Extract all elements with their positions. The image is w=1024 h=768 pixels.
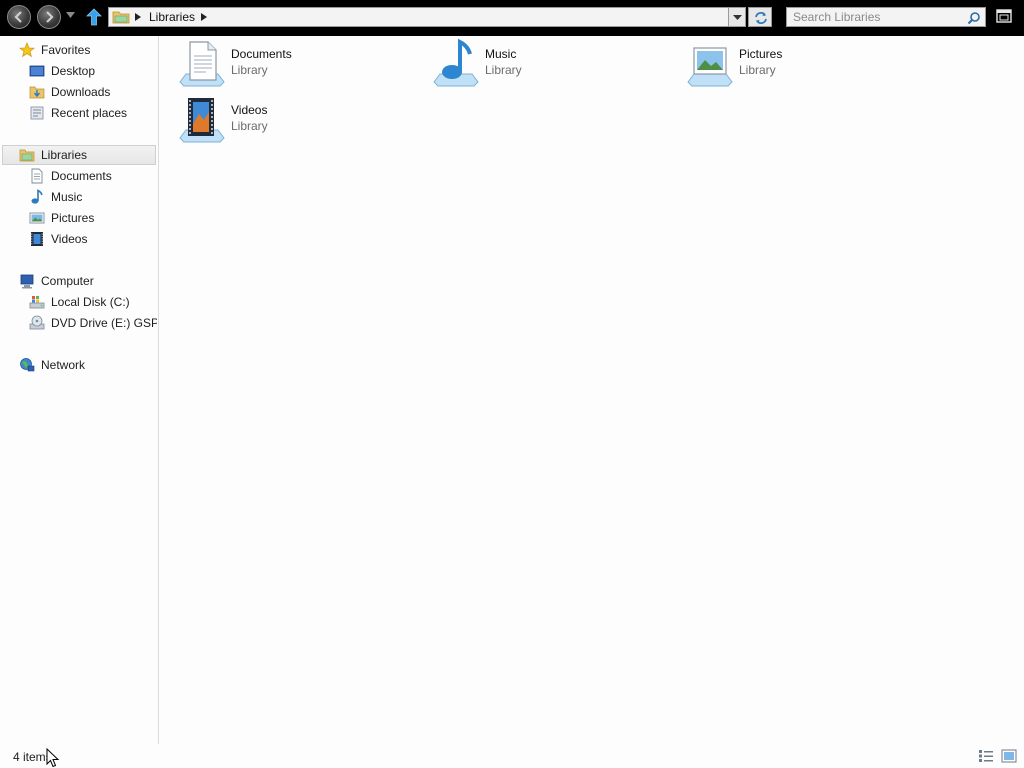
back-button[interactable] [7,5,31,29]
hard-drive-icon [29,296,45,309]
search-input[interactable] [787,8,969,26]
forward-button[interactable] [37,5,61,29]
dvd-drive-icon [29,315,45,330]
up-arrow-icon[interactable] [86,8,102,26]
refresh-button[interactable] [748,7,772,27]
nav-item-label: Pictures [51,211,95,225]
nav-item-label: Local Disk (C:) [51,295,130,309]
nav-favorites-label: Favorites [41,43,91,57]
nav-item-label: Desktop [51,64,96,78]
nav-item-dvd-drive[interactable]: DVD Drive (E:) GSP1F [29,313,157,333]
chevron-down-icon [733,15,742,20]
details-view-icon[interactable] [978,749,994,763]
library-tile-type: Library [739,63,776,77]
computer-icon [20,274,34,289]
library-tile-name: Pictures [739,47,783,61]
nav-libraries-label: Libraries [41,148,88,162]
refresh-icon [755,12,767,24]
library-tile-documents[interactable]: Documents Library [160,36,400,88]
pictures-library-icon [687,47,733,87]
network-icon [20,358,35,372]
libraries-icon [19,149,35,162]
music-icon [31,189,43,204]
music-library-icon [433,38,479,87]
library-tile-type: Library [485,63,522,77]
library-tile-name: Music [485,47,517,61]
search-icon[interactable] [967,11,981,25]
breadcrumb-libraries[interactable]: Libraries [149,10,195,24]
library-tile-name: Videos [231,103,268,117]
library-tile-name: Documents [231,47,292,61]
library-content-area: Documents Library Music Library Pictures… [160,36,1024,744]
libraries-folder-icon [112,11,130,24]
large-icons-view-icon[interactable] [1001,749,1017,763]
nav-item-label: Music [51,190,83,204]
title-toolbar: Libraries [0,0,1024,36]
address-history-button[interactable] [728,7,746,27]
search-box[interactable] [786,7,986,27]
library-tile-music[interactable]: Music Library [414,36,654,88]
desktop-icon [29,65,45,77]
star-icon [19,42,35,58]
library-tile-type: Library [231,119,268,133]
status-bar: 4 items [0,744,1024,768]
window-restore-icon[interactable] [996,9,1012,23]
nav-item-label: Documents [51,169,112,183]
breadcrumb-separator-icon[interactable] [135,13,141,21]
breadcrumb-chevron-icon[interactable] [201,13,207,21]
nav-item-label: Recent places [51,106,128,120]
downloads-folder-icon [29,86,45,99]
library-tile-videos[interactable]: Videos Library [160,92,400,144]
nav-item-label: Downloads [51,85,111,99]
navigation-pane: Favorites Desktop Downloads Recent place… [0,36,159,744]
pictures-icon [29,212,45,224]
nav-item-label: Videos [51,232,88,246]
recent-locations-dropdown-icon[interactable] [66,12,75,18]
mouse-pointer-icon [46,748,60,768]
library-tile-type: Library [231,63,268,77]
documents-library-icon [179,41,225,87]
recent-places-icon [30,106,44,120]
nav-computer-label: Computer [41,274,94,288]
nav-network-label: Network [41,358,86,372]
arrow-left-icon [14,11,22,23]
videos-icon [31,232,43,246]
address-bar[interactable]: Libraries [108,7,746,27]
documents-icon [31,168,43,184]
videos-library-icon [179,98,225,143]
nav-item-label: DVD Drive (E:) GSP1F [51,316,157,330]
arrow-right-icon [46,11,54,23]
library-tile-pictures[interactable]: Pictures Library [668,36,908,88]
